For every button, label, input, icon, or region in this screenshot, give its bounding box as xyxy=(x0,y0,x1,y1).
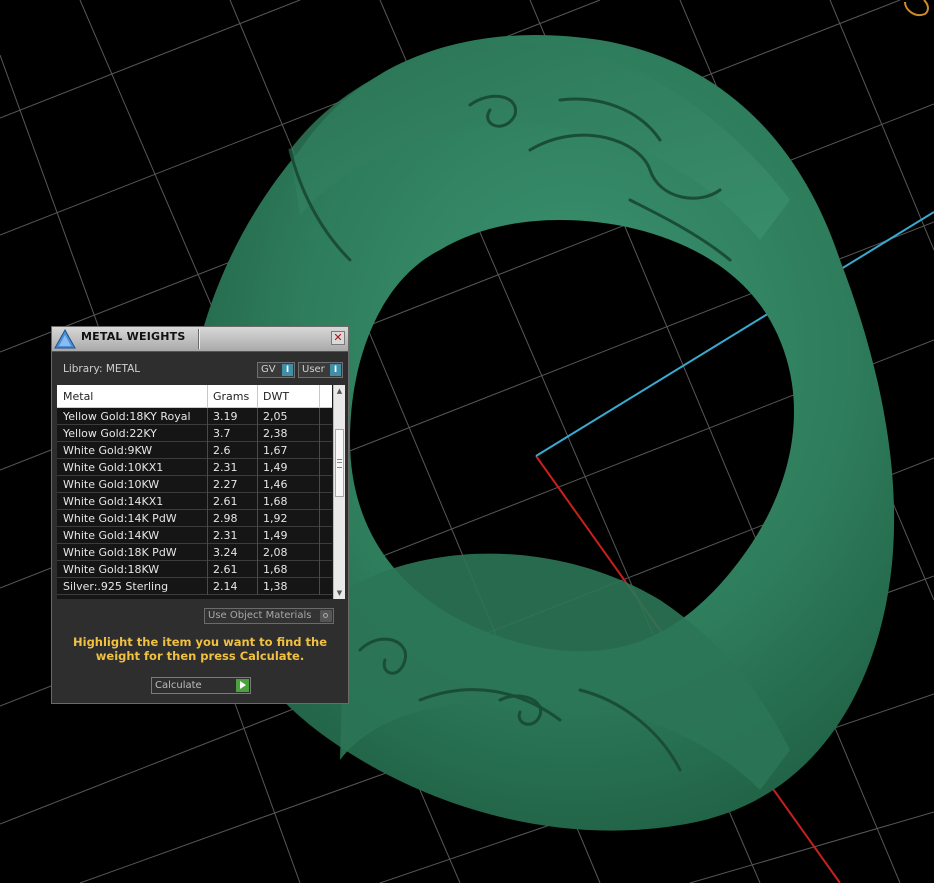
table-row[interactable]: White Gold:14KX1 2.61 1,68 xyxy=(57,493,332,510)
table-row[interactable]: White Gold:14K PdW 2.98 1,92 xyxy=(57,510,332,527)
cell-dwt: 1,38 xyxy=(263,580,288,593)
table-row[interactable]: White Gold:18K PdW 3.24 2,08 xyxy=(57,544,332,561)
calculate-label: Calculate xyxy=(155,680,202,691)
table-row[interactable]: White Gold:9KW 2.6 1,67 xyxy=(57,442,332,459)
cell-dwt: 2,38 xyxy=(263,427,288,440)
cell-grams: 2.31 xyxy=(213,529,238,542)
cell-metal: White Gold:14KW xyxy=(63,529,160,542)
cell-dwt: 1,68 xyxy=(263,563,288,576)
column-header-dwt[interactable]: DWT xyxy=(263,390,289,403)
arrow-up-icon[interactable]: ▲ xyxy=(334,385,345,397)
cell-grams: 2.61 xyxy=(213,563,238,576)
panel-title: METAL WEIGHTS xyxy=(81,330,186,343)
gv-toggle-indicator: I xyxy=(282,364,293,376)
table-row[interactable]: White Gold:18KW 2.61 1,68 xyxy=(57,561,332,578)
cell-grams: 2.14 xyxy=(213,580,238,593)
metal-table: Metal Grams DWT Yellow Gold:18KY Royal 3.… xyxy=(57,385,345,599)
calculate-button[interactable]: Calculate xyxy=(151,677,251,694)
cell-dwt: 1,92 xyxy=(263,512,288,525)
cell-dwt: 1,49 xyxy=(263,529,288,542)
column-header-metal[interactable]: Metal xyxy=(63,390,93,403)
use-object-materials-toggle[interactable]: Use Object Materials xyxy=(204,608,334,624)
view-gizmo-icon[interactable] xyxy=(904,0,929,16)
cell-grams: 2.27 xyxy=(213,478,238,491)
gv-toggle[interactable]: GV I xyxy=(257,362,295,378)
cell-dwt: 2,08 xyxy=(263,546,288,559)
table-body: Yellow Gold:18KY Royal 3.19 2,05 Yellow Go… xyxy=(57,408,332,599)
library-label: Library: METAL xyxy=(63,363,141,375)
table-row[interactable]: White Gold:10KX1 2.31 1,49 xyxy=(57,459,332,476)
column-divider xyxy=(319,385,320,407)
cell-metal: White Gold:10KX1 xyxy=(63,461,164,474)
user-toggle-label: User xyxy=(302,364,325,375)
metal-weights-panel: METAL WEIGHTS ✕ Library: METAL GV I User… xyxy=(51,326,349,704)
table-row[interactable]: White Gold:10KW 2.27 1,46 xyxy=(57,476,332,493)
gv-toggle-label: GV xyxy=(261,364,276,375)
column-header-grams[interactable]: Grams xyxy=(213,390,249,403)
grip-icon xyxy=(337,459,342,468)
cell-metal: Yellow Gold:18KY Royal xyxy=(63,410,191,423)
cell-dwt: 1,49 xyxy=(263,461,288,474)
table-row[interactable]: Yellow Gold:18KY Royal 3.19 2,05 xyxy=(57,408,332,425)
cell-dwt: 1,67 xyxy=(263,444,288,457)
column-divider xyxy=(257,385,258,407)
instruction-text: Highlight the item you want to find the … xyxy=(73,635,327,663)
play-arrow-icon xyxy=(236,679,249,692)
cell-grams: 3.7 xyxy=(213,427,231,440)
cell-dwt: 2,05 xyxy=(263,410,288,423)
use-object-materials-label: Use Object Materials xyxy=(208,610,312,621)
cell-grams: 2.61 xyxy=(213,495,238,508)
user-toggle-indicator: I xyxy=(330,364,341,376)
table-scrollbar[interactable]: ▲ ▼ xyxy=(333,385,345,599)
user-toggle[interactable]: User I xyxy=(298,362,343,378)
scrollbar-thumb[interactable] xyxy=(335,429,344,497)
title-divider xyxy=(198,329,199,349)
cell-grams: 2.6 xyxy=(213,444,231,457)
table-row[interactable]: Silver:.925 Sterling 2.14 1,38 xyxy=(57,578,332,595)
cell-metal: White Gold:10KW xyxy=(63,478,160,491)
cell-metal: White Gold:14KX1 xyxy=(63,495,164,508)
cell-dwt: 1,46 xyxy=(263,478,288,491)
radio-indicator-icon xyxy=(320,610,332,622)
cell-grams: 2.98 xyxy=(213,512,238,525)
table-row[interactable]: White Gold:14KW 2.31 1,49 xyxy=(57,527,332,544)
cell-metal: Yellow Gold:22KY xyxy=(63,427,157,440)
table-row[interactable]: Yellow Gold:22KY 3.7 2,38 xyxy=(57,425,332,442)
matrix-triangle-icon xyxy=(54,328,76,349)
close-icon[interactable]: ✕ xyxy=(331,331,345,345)
cell-dwt: 1,68 xyxy=(263,495,288,508)
cell-metal: White Gold:18K PdW xyxy=(63,546,177,559)
cell-metal: White Gold:18KW xyxy=(63,563,160,576)
cell-metal: White Gold:9KW xyxy=(63,444,153,457)
cell-grams: 3.24 xyxy=(213,546,238,559)
cell-grams: 2.31 xyxy=(213,461,238,474)
column-divider xyxy=(207,385,208,407)
cell-metal: White Gold:14K PdW xyxy=(63,512,177,525)
panel-titlebar[interactable]: METAL WEIGHTS ✕ xyxy=(52,327,348,352)
table-row-partial[interactable] xyxy=(57,595,332,599)
cell-grams: 3.19 xyxy=(213,410,238,423)
cell-metal: Silver:.925 Sterling xyxy=(63,580,169,593)
table-header: Metal Grams DWT xyxy=(57,385,332,408)
arrow-down-icon[interactable]: ▼ xyxy=(334,587,345,599)
